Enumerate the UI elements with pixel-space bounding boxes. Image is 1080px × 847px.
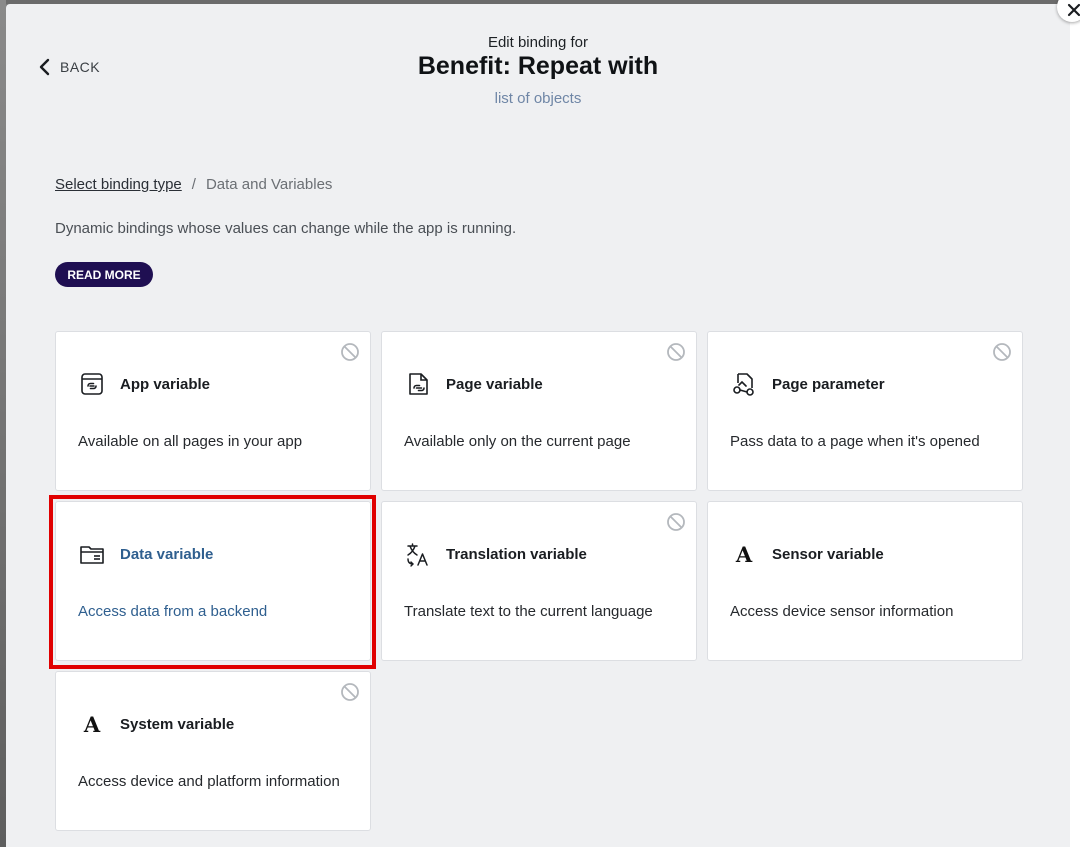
card-description: Available on all pages in your app <box>78 433 303 450</box>
card-system-variable[interactable]: A System variable Access device and plat… <box>55 671 371 831</box>
disabled-icon <box>667 343 685 361</box>
page-parameter-icon <box>730 370 758 398</box>
breadcrumb-separator: / <box>191 176 196 193</box>
disabled-icon <box>341 343 359 361</box>
binding-dialog: BACK Edit binding for Benefit: Repeat wi… <box>6 4 1070 847</box>
card-description: Access device sensor information <box>730 603 954 620</box>
card-title: Translation variable <box>446 545 587 563</box>
disabled-icon <box>667 513 685 531</box>
card-title: Page parameter <box>772 375 885 393</box>
breadcrumb-link-select-binding-type[interactable]: Select binding type <box>55 176 182 193</box>
dialog-description: list of objects <box>494 90 582 107</box>
card-data-variable[interactable]: Data variable Access data from a backend <box>55 501 371 661</box>
card-title: Page variable <box>446 375 543 393</box>
dialog-header: Edit binding for Benefit: Repeat with li… <box>6 34 1070 107</box>
dialog-subtitle: Edit binding for <box>487 34 589 51</box>
card-title: App variable <box>120 375 211 393</box>
card-title: System variable <box>120 715 235 733</box>
card-page-parameter[interactable]: Page parameter Pass data to a page when … <box>707 331 1023 491</box>
serif-a-icon: A <box>83 711 101 737</box>
serif-a-icon: A <box>735 541 753 567</box>
page-variable-icon <box>404 370 432 398</box>
card-sensor-variable[interactable]: A Sensor variable Access device sensor i… <box>707 501 1023 661</box>
app-variable-icon <box>78 370 106 398</box>
card-description: Available only on the current page <box>404 433 631 450</box>
read-more-button[interactable]: READ MORE <box>55 262 153 287</box>
breadcrumb-current: Data and Variables <box>205 176 333 193</box>
card-title: Data variable <box>120 545 214 563</box>
breadcrumb: Select binding type / Data and Variables <box>55 176 332 193</box>
card-translation-variable[interactable]: Translation variable Translate text to t… <box>381 501 697 661</box>
section-description: Dynamic bindings whose values can change… <box>55 220 517 237</box>
card-app-variable[interactable]: App variable Available on all pages in y… <box>55 331 371 491</box>
card-description: Translate text to the current language <box>404 603 653 620</box>
card-description: Access device and platform information <box>78 773 340 790</box>
translate-icon <box>404 540 432 568</box>
disabled-icon <box>341 683 359 701</box>
disabled-icon <box>993 343 1011 361</box>
folder-icon <box>78 540 106 568</box>
background-right-edge <box>1070 0 1080 847</box>
card-description: Access data from a backend <box>78 603 268 620</box>
dialog-title: Benefit: Repeat with <box>417 52 659 80</box>
card-title: Sensor variable <box>772 545 884 563</box>
close-icon <box>1067 3 1080 17</box>
card-description: Pass data to a page when it's opened <box>730 433 980 450</box>
card-page-variable[interactable]: Page variable Available only on the curr… <box>381 331 697 491</box>
